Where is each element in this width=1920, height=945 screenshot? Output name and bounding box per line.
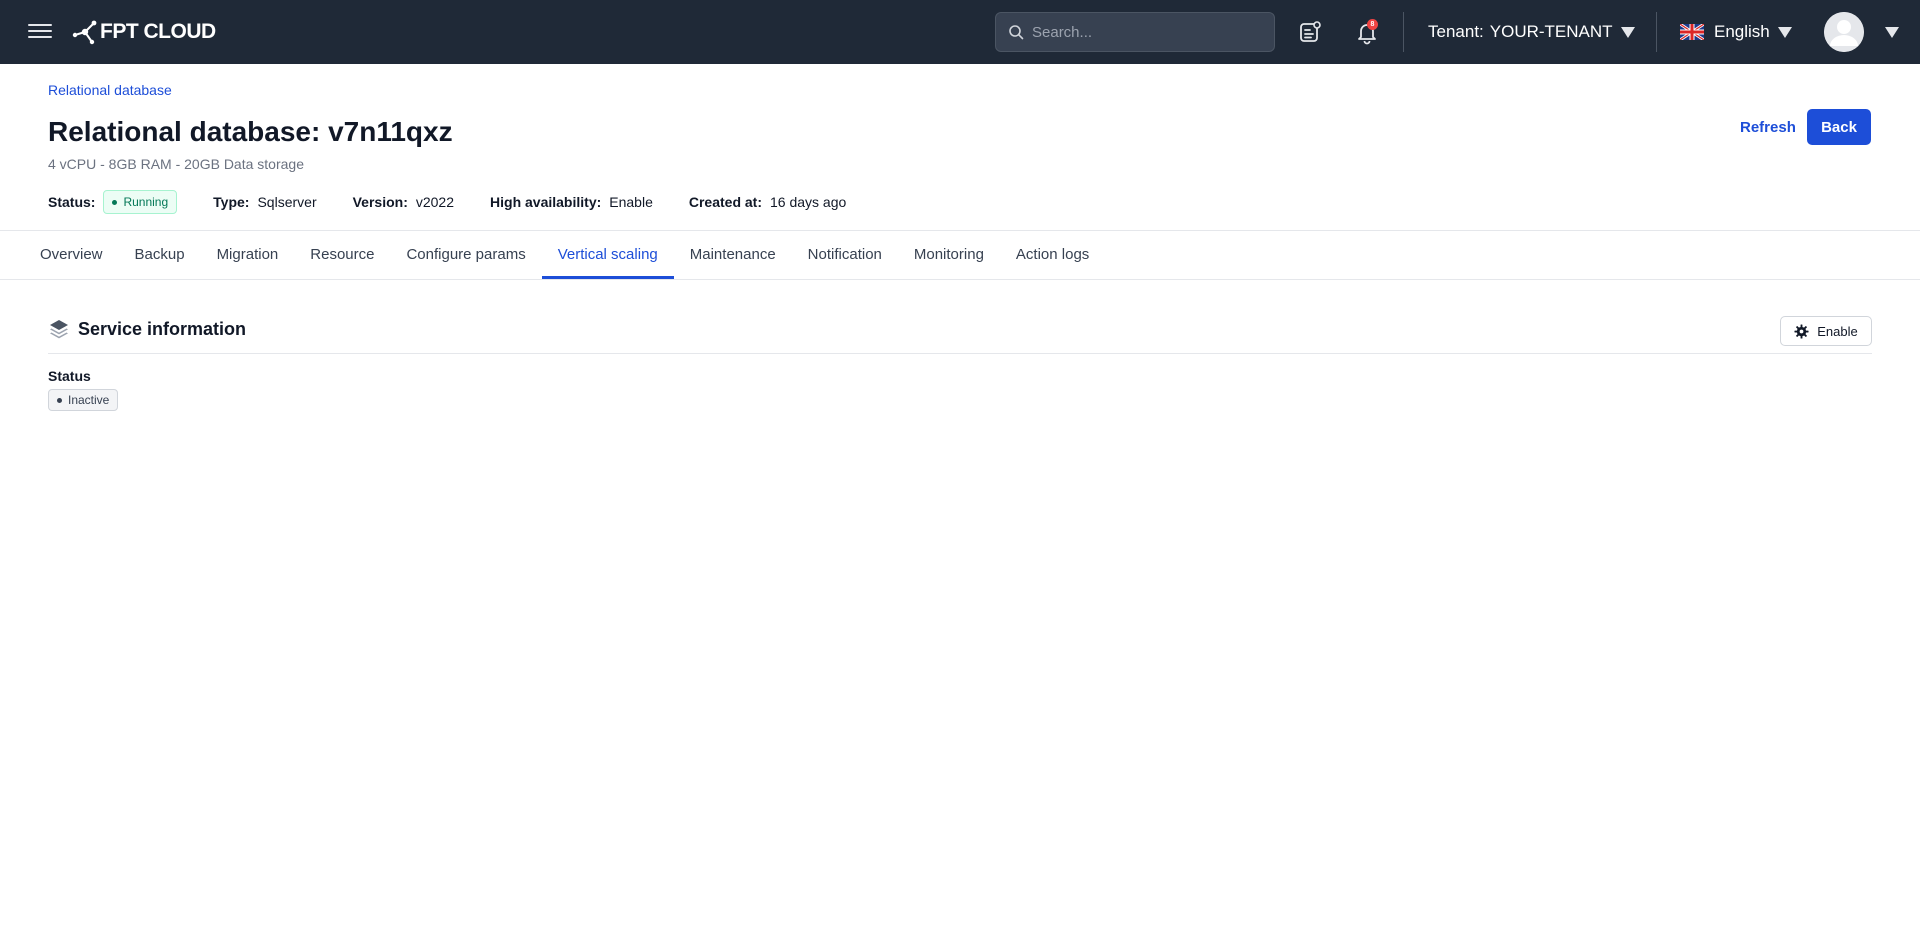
divider xyxy=(1656,12,1657,52)
support-ticket-button[interactable] xyxy=(1296,18,1324,46)
meta-high-availability: High availability: Enable xyxy=(490,194,653,210)
tab-vertical-scaling[interactable]: Vertical scaling xyxy=(541,231,674,279)
ha-value: Enable xyxy=(609,194,653,210)
refresh-button[interactable]: Refresh xyxy=(1728,109,1808,145)
tab-resource[interactable]: Resource xyxy=(294,231,390,279)
notification-count-badge: 8 xyxy=(1367,19,1378,30)
language-selector[interactable]: English xyxy=(1680,20,1792,44)
user-avatar[interactable] xyxy=(1824,12,1864,52)
search-icon xyxy=(1009,25,1024,40)
service-status-label: Status xyxy=(48,368,91,384)
status-dot-icon xyxy=(57,397,62,403)
tab-overview[interactable]: Overview xyxy=(24,231,119,279)
status-dot-icon xyxy=(112,199,118,205)
divider xyxy=(1403,12,1404,52)
tab-monitoring[interactable]: Monitoring xyxy=(898,231,1000,279)
back-button[interactable]: Back xyxy=(1807,109,1871,145)
global-search[interactable] xyxy=(995,12,1275,52)
page-title: Relational database: v7n11qxz xyxy=(48,116,453,147)
tab-configure-params[interactable]: Configure params xyxy=(390,231,541,279)
instance-meta-row: Status: Running Type: Sqlserver Version:… xyxy=(48,190,882,214)
tenant-selector[interactable]: Tenant: YOUR-TENANT xyxy=(1428,20,1635,44)
section-divider xyxy=(48,353,1872,354)
created-label: Created at: xyxy=(688,194,762,210)
service-information-title: Service information xyxy=(78,319,247,339)
user-icon xyxy=(1824,12,1864,52)
ticket-list-icon xyxy=(1300,21,1321,42)
tab-migration[interactable]: Migration xyxy=(201,231,295,279)
logo-network-icon xyxy=(72,20,97,45)
service-status-badge: Inactive xyxy=(48,389,119,411)
breadcrumb-relational-database[interactable]: Relational database xyxy=(48,82,172,98)
logo-text: FPT CLOUD xyxy=(100,20,216,43)
uk-flag-icon xyxy=(1680,24,1704,40)
tab-notification[interactable]: Notification xyxy=(792,231,898,279)
layers-icon xyxy=(50,320,68,339)
search-input[interactable] xyxy=(1032,23,1262,41)
tab-maintenance[interactable]: Maintenance xyxy=(674,231,792,279)
enable-vertical-scaling-button[interactable]: Enable xyxy=(1780,316,1872,346)
top-navigation-bar: FPT CLOUD 8 Tenant: YOUR-TENANT xyxy=(0,0,1920,64)
status-value: Running xyxy=(123,195,169,209)
fpt-cloud-logo[interactable]: FPT CLOUD xyxy=(72,18,216,46)
created-value: 16 days ago xyxy=(770,194,847,210)
tab-action-logs[interactable]: Action logs xyxy=(1000,231,1105,279)
meta-type: Type: Sqlserver xyxy=(213,194,316,210)
caret-down-icon xyxy=(1620,26,1635,38)
tabs-divider-bottom xyxy=(0,279,1920,280)
user-menu-caret-icon[interactable] xyxy=(1885,27,1899,38)
service-status-value: Inactive xyxy=(68,393,110,407)
notifications-button[interactable]: 8 xyxy=(1353,18,1381,46)
language-value: English xyxy=(1714,22,1770,41)
tab-backup[interactable]: Backup xyxy=(119,231,201,279)
meta-status: Status: Running xyxy=(48,190,178,214)
enable-label: Enable xyxy=(1817,323,1858,339)
version-label: Version: xyxy=(352,194,408,210)
caret-down-icon xyxy=(1777,26,1792,38)
meta-created-at: Created at: 16 days ago xyxy=(689,194,846,210)
tenant-label: Tenant: xyxy=(1428,22,1484,41)
type-label: Type: xyxy=(213,194,250,210)
meta-version: Version: v2022 xyxy=(353,194,454,210)
ha-label: High availability: xyxy=(490,194,602,210)
tenant-value: YOUR-TENANT xyxy=(1489,22,1613,41)
status-badge-running: Running xyxy=(103,190,178,214)
version-value: v2022 xyxy=(415,194,455,210)
hamburger-menu-icon[interactable] xyxy=(28,20,52,44)
type-value: Sqlserver xyxy=(257,194,317,210)
status-label: Status: xyxy=(48,194,96,210)
instance-spec-subtitle: 4 vCPU - 8GB RAM - 20GB Data storage xyxy=(48,156,304,172)
detail-tabs: Overview Backup Migration Resource Confi… xyxy=(24,231,1105,279)
gear-icon xyxy=(1794,323,1809,339)
